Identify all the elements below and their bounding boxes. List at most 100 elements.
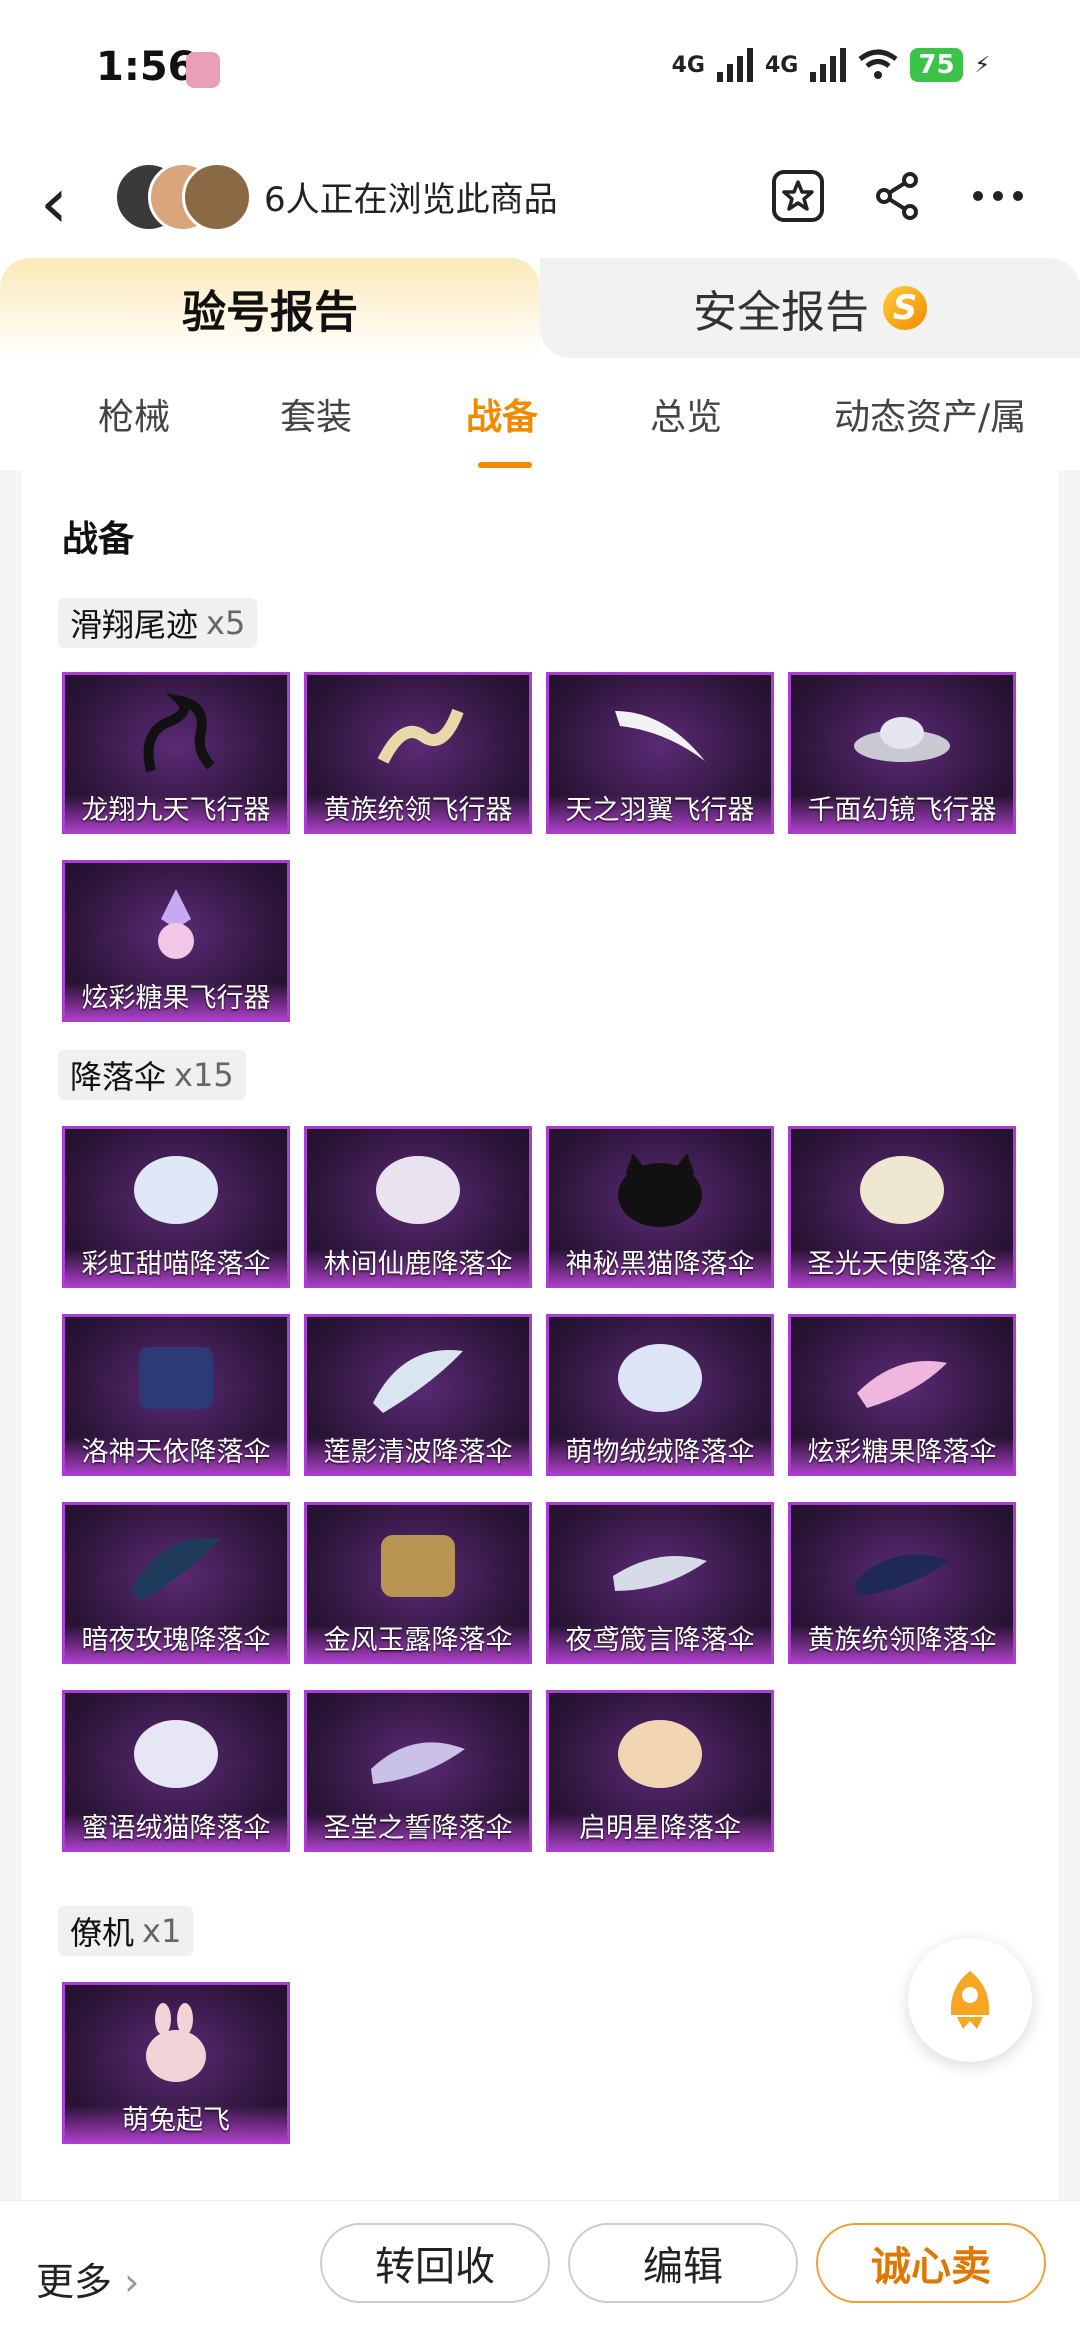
wing-icon	[615, 711, 705, 761]
category-label-wingman: 僚机 x1	[58, 1906, 194, 1956]
item-card[interactable]: 彩虹甜喵降落伞	[62, 1126, 290, 1288]
favorite-button[interactable]	[768, 166, 828, 226]
report-tabs: 验号报告 安全报告 S	[0, 258, 1080, 358]
item-card[interactable]: 炫彩糖果降落伞	[788, 1314, 1016, 1476]
category-name: 滑翔尾迹	[70, 606, 199, 644]
category-label-parachute: 降落伞 x15	[58, 1050, 246, 1100]
subtab-overview[interactable]: 总览	[650, 388, 722, 440]
network-label-1: 4G	[671, 52, 705, 78]
item-card[interactable]: 林间仙鹿降落伞	[304, 1126, 532, 1288]
viewers-text: 6人正在浏览此商品	[264, 180, 558, 220]
item-label: 洛神天依降落伞	[81, 1437, 271, 1468]
candy-icon	[158, 889, 194, 959]
item-label: 龙翔九天飞行器	[81, 795, 271, 826]
gear-panel: 战备 滑翔尾迹 x5 龙翔九天飞行器 黄族统领飞行器 天之羽翼飞行器 千面幻镜飞行…	[22, 470, 1058, 2200]
star-box-icon	[772, 170, 824, 222]
subtab-outfits[interactable]: 套装	[280, 388, 352, 440]
recycle-button[interactable]: 转回收	[320, 2223, 550, 2303]
item-card[interactable]: 洛神天依降落伞	[62, 1314, 290, 1476]
item-card[interactable]: 暗夜玫瑰降落伞	[62, 1502, 290, 1664]
category-tabs: 枪械 套装 战备 总览 动态资产/属	[0, 358, 1080, 470]
category-name: 降落伞	[70, 1058, 167, 1096]
edit-button[interactable]: 编辑	[568, 2223, 798, 2303]
item-label: 萌兔起飞	[122, 2105, 230, 2136]
item-card[interactable]: 圣光天使降落伞	[788, 1126, 1016, 1288]
item-label: 黄族统领飞行器	[323, 795, 513, 826]
signal-icon	[810, 48, 847, 82]
item-label: 蜜语绒猫降落伞	[81, 1813, 271, 1844]
item-label: 萌物绒绒降落伞	[565, 1437, 755, 1468]
item-label: 炫彩糖果飞行器	[81, 983, 271, 1014]
more-link[interactable]: 更多 ›	[36, 2251, 139, 2306]
golden-dragon-icon	[377, 708, 464, 764]
back-button[interactable]: ‹	[40, 168, 68, 238]
parachute-icon	[381, 1535, 455, 1597]
item-card[interactable]: 圣堂之誓降落伞	[304, 1690, 532, 1852]
subtab-gear[interactable]: 战备	[466, 388, 538, 440]
wingman-grid: 萌兔起飞	[62, 1982, 1016, 2144]
category-count: x1	[142, 1912, 182, 1950]
item-label: 天之羽翼飞行器	[565, 795, 755, 826]
item-label: 千面幻镜飞行器	[807, 795, 997, 826]
category-name: 僚机	[70, 1914, 135, 1952]
rocket-icon	[950, 1971, 990, 2029]
more-options-button[interactable]	[968, 166, 1028, 226]
tab-verify-report[interactable]: 验号报告	[0, 258, 540, 358]
more-label: 更多	[36, 2260, 113, 2304]
item-card[interactable]: 启明星降落伞	[546, 1690, 774, 1852]
tab-label: 验号报告	[182, 287, 358, 338]
s-badge-icon: S	[883, 286, 927, 330]
item-card[interactable]: 金风玉露降落伞	[304, 1502, 532, 1664]
subtab-guns[interactable]: 枪械	[98, 388, 170, 440]
item-label: 圣堂之誓降落伞	[323, 1813, 513, 1844]
item-card[interactable]: 夜鸢箴言降落伞	[546, 1502, 774, 1664]
item-card[interactable]: 黄族统领降落伞	[788, 1502, 1016, 1664]
glide-trail-grid: 龙翔九天飞行器 黄族统领飞行器 天之羽翼飞行器 千面幻镜飞行器 炫彩糖果飞行器	[62, 672, 1016, 1022]
status-indicators: 4G 4G 75 ⚡	[672, 48, 990, 82]
network-label-2: 4G	[764, 52, 799, 78]
parachute-grid: 彩虹甜喵降落伞 林间仙鹿降落伞 神秘黑猫降落伞 圣光天使降落伞 洛神天依降落伞 …	[62, 1126, 1016, 1852]
category-count: x15	[174, 1056, 234, 1094]
parachute-icon	[618, 1344, 702, 1412]
parachute-icon	[860, 1156, 944, 1224]
item-label: 圣光天使降落伞	[807, 1249, 997, 1280]
item-label: 林间仙鹿降落伞	[323, 1249, 513, 1280]
item-card[interactable]: 黄族统领飞行器	[304, 672, 532, 834]
black-cat-icon	[618, 1153, 702, 1227]
tab-safety-report[interactable]: 安全报告 S	[540, 258, 1080, 358]
item-label: 莲影清波降落伞	[323, 1437, 513, 1468]
item-label: 彩虹甜喵降落伞	[81, 1249, 271, 1280]
parachute-icon	[855, 1554, 949, 1596]
tab-label: 安全报告	[693, 287, 869, 338]
item-card[interactable]: 千面幻镜飞行器	[788, 672, 1016, 834]
parachute-icon	[134, 1720, 218, 1788]
parachute-icon	[618, 1720, 702, 1788]
item-card[interactable]: 神秘黑猫降落伞	[546, 1126, 774, 1288]
bunny-icon	[146, 2003, 206, 2082]
dragon-icon	[143, 692, 215, 773]
battery-indicator: 75	[910, 48, 963, 82]
item-card[interactable]: 莲影清波降落伞	[304, 1314, 532, 1476]
parachute-icon	[371, 1742, 465, 1784]
item-card[interactable]: 龙翔九天飞行器	[62, 672, 290, 834]
subtab-dynamic-assets[interactable]: 动态资产/属	[834, 388, 1026, 440]
wifi-icon	[858, 49, 898, 79]
share-button[interactable]	[868, 166, 928, 226]
parachute-icon	[134, 1156, 218, 1224]
item-card[interactable]: 天之羽翼飞行器	[546, 672, 774, 834]
item-card[interactable]: 蜜语绒猫降落伞	[62, 1690, 290, 1852]
sincere-sell-button[interactable]: 诚心卖	[816, 2223, 1046, 2303]
item-card[interactable]: 炫彩糖果飞行器	[62, 860, 290, 1022]
parachute-icon	[613, 1556, 707, 1591]
status-time: 1:56	[96, 44, 196, 90]
app-notification-icon	[186, 52, 220, 88]
more-icon	[973, 191, 1023, 201]
charging-icon: ⚡	[974, 52, 990, 78]
item-label: 黄族统领降落伞	[807, 1625, 997, 1656]
item-card[interactable]: 萌兔起飞	[62, 1982, 290, 2144]
parachute-icon	[139, 1347, 213, 1409]
ufo-icon	[854, 717, 950, 762]
rocket-fab-button[interactable]	[908, 1938, 1032, 2062]
avatar	[182, 162, 252, 232]
item-card[interactable]: 萌物绒绒降落伞	[546, 1314, 774, 1476]
